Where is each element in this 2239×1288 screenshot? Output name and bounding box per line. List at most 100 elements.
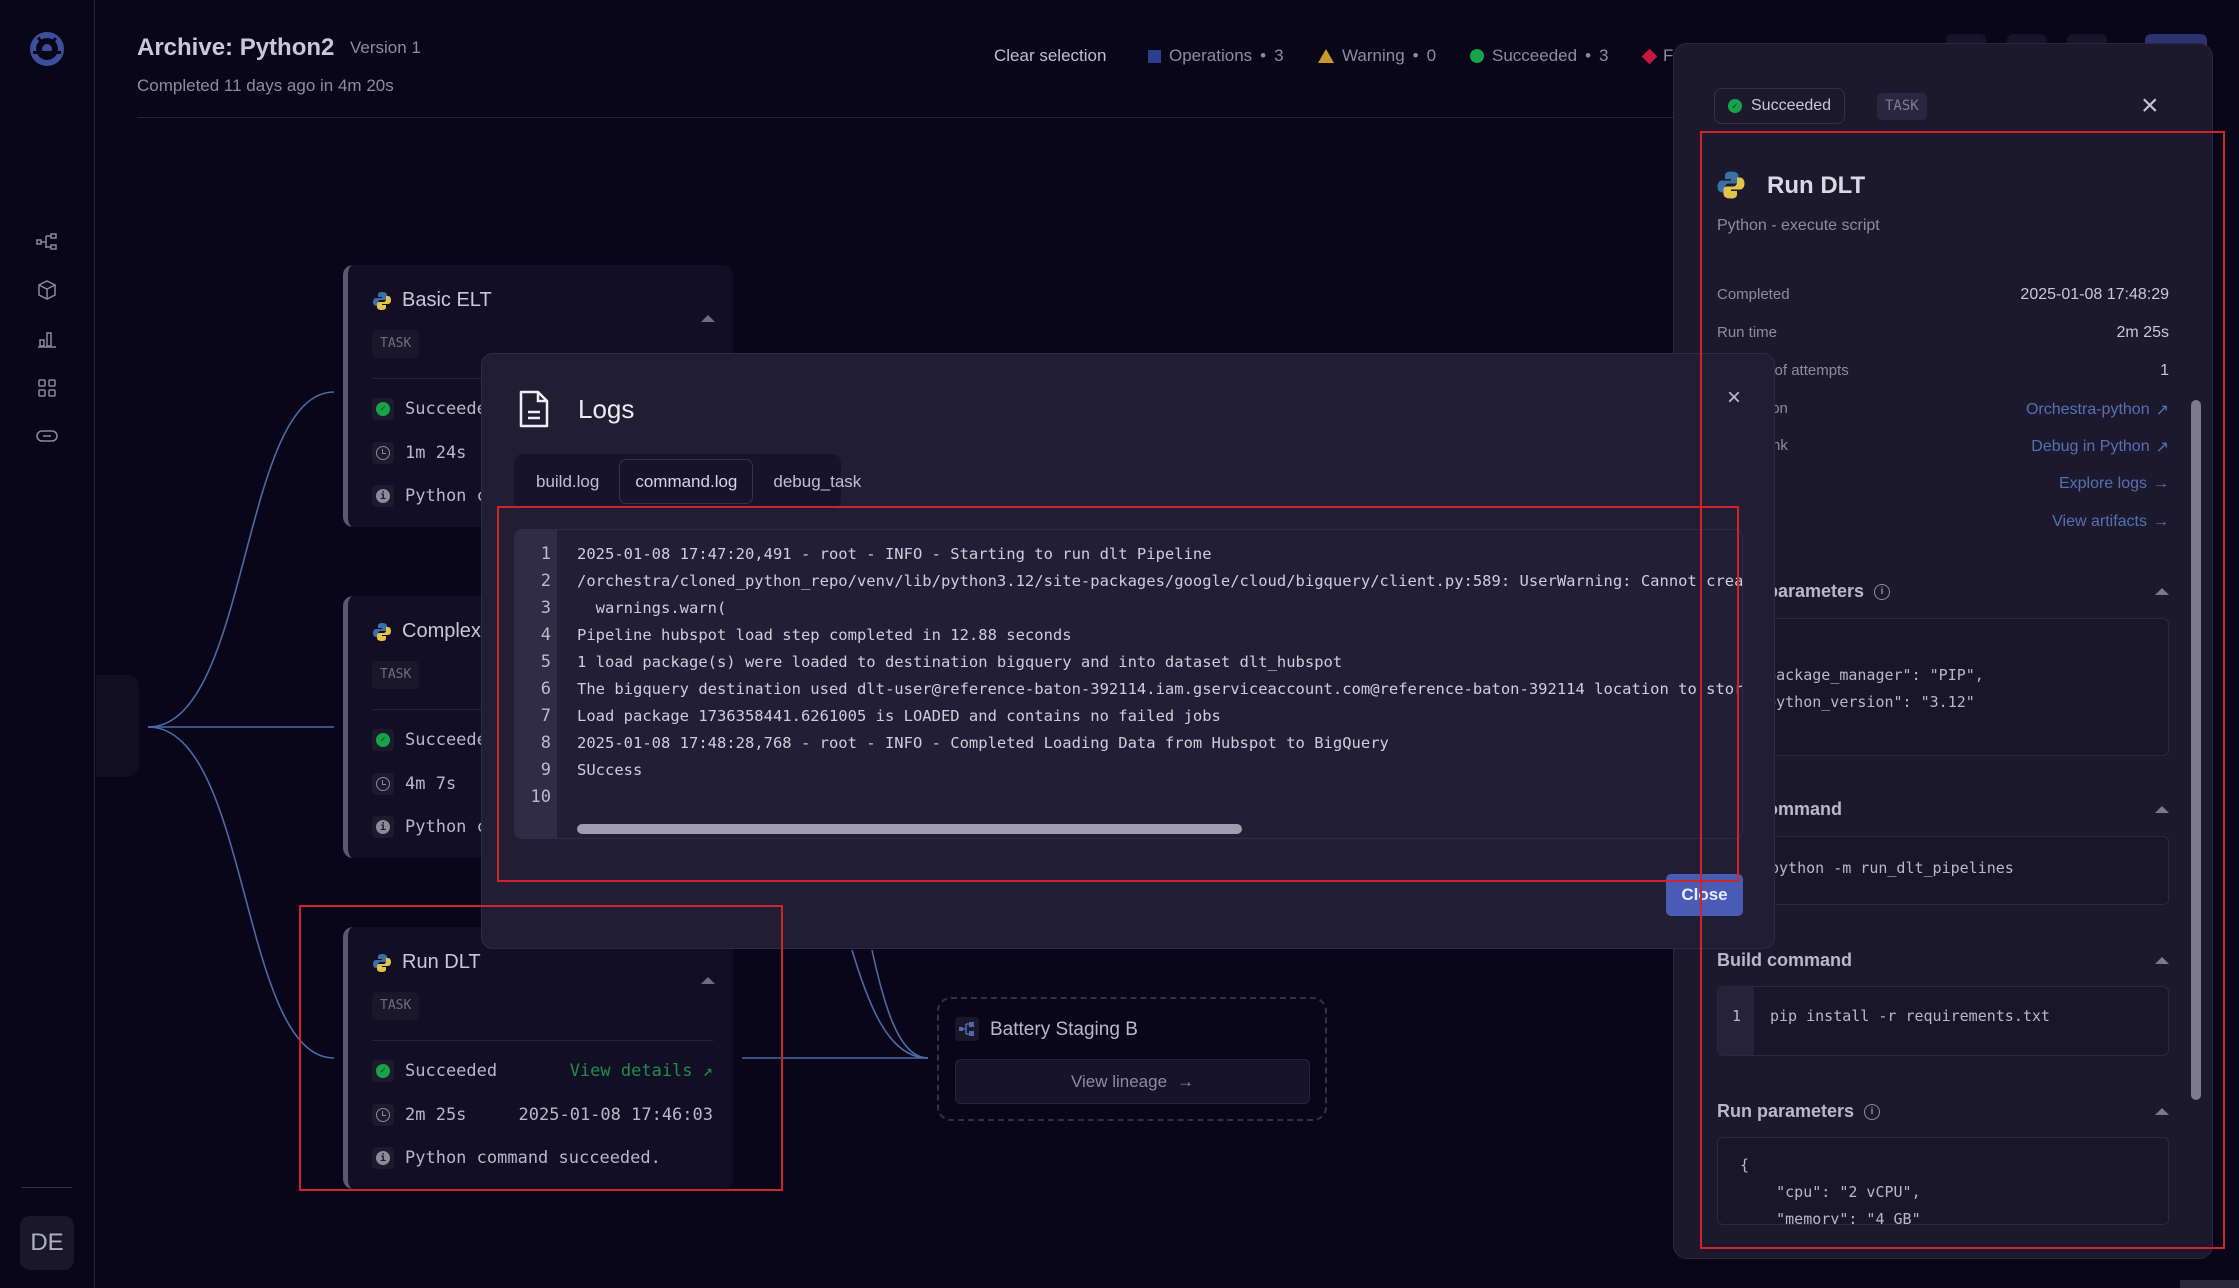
success-icon: ✓	[376, 1064, 390, 1078]
task-name: Basic ELT	[402, 289, 492, 311]
warning-icon	[1318, 49, 1334, 63]
explore-logs-link[interactable]: Explore logs →	[2059, 475, 2169, 493]
status-text: Succeede	[405, 730, 487, 750]
status-row: ✓ Succeeded View details ↗	[372, 1059, 713, 1083]
field-label: Completed	[1717, 286, 1790, 303]
stat-label: Warning	[1342, 46, 1405, 65]
horizontal-scrollbar[interactable]	[577, 824, 1242, 834]
close-icon[interactable]: ×	[1722, 386, 1746, 410]
python-icon	[373, 623, 391, 641]
field-completed: Completed 2025-01-08 17:48:29	[1717, 286, 2169, 304]
view-lineage-button[interactable]: View lineage →	[955, 1059, 1310, 1104]
success-icon: ✓	[376, 402, 390, 416]
stat-succeeded[interactable]: Succeeded • 3	[1470, 46, 1609, 66]
view-artifacts-link[interactable]: View artifacts →	[2052, 513, 2169, 531]
pipelines-icon[interactable]	[33, 228, 61, 256]
field-integration: IntegrationOrchestra-python↗	[1717, 400, 2169, 420]
info-icon[interactable]: i	[1864, 1103, 1881, 1120]
line-number: 3	[540, 598, 551, 618]
close-icon[interactable]: ×	[2141, 91, 2159, 121]
code-line: "python_version": "3.12"	[1740, 693, 1975, 711]
link-text: Orchestra-python	[2025, 401, 2150, 418]
task-node-run-dlt[interactable]: Run DLT TASK ✓ Succeeded View details ↗ 2m…	[343, 927, 733, 1189]
section-build-command[interactable]: Build command	[1717, 950, 2169, 971]
field-attempts: Number of attempts 1	[1717, 362, 2169, 380]
integrations-icon[interactable]	[33, 374, 61, 402]
info-icon[interactable]: i	[1874, 583, 1891, 600]
collapse-icon[interactable]	[701, 977, 715, 984]
sidebar-divider	[22, 1187, 72, 1188]
external-link-icon: ↗	[2155, 439, 2169, 456]
log-line: 1 load package(s) were loaded to destina…	[577, 653, 1343, 671]
field-value: 2025-01-08 17:48:29	[2020, 286, 2169, 303]
links-icon[interactable]	[33, 422, 61, 450]
collapse-icon[interactable]	[2155, 1108, 2169, 1115]
separator: •	[1412, 46, 1419, 65]
start-timestamp: 2025-01-08 17:46:03	[518, 1105, 713, 1125]
stat-count: 3	[1599, 46, 1609, 65]
document-icon	[519, 390, 549, 428]
collapse-icon[interactable]	[2155, 806, 2169, 813]
logs-modal: Logs × build.log command.log debug_task …	[481, 353, 1775, 949]
code-line: "memory": "4 GB"	[1740, 1210, 1921, 1225]
integration-link[interactable]: Orchestra-python ↗	[2026, 400, 2169, 420]
avatar[interactable]: DE	[20, 1216, 74, 1270]
stat-failed[interactable]: F	[1641, 46, 1673, 66]
code-line: "cpu": "2 vCPU",	[1740, 1183, 1921, 1201]
stat-count: 3	[1274, 46, 1284, 65]
arrow-right-icon: →	[2153, 475, 2169, 492]
line-number: 2	[540, 571, 551, 591]
collapse-icon[interactable]	[2155, 588, 2169, 595]
message-text: Python c	[405, 486, 487, 506]
info-icon: i	[376, 489, 390, 503]
packages-icon[interactable]	[33, 276, 61, 304]
collapse-icon[interactable]	[701, 315, 715, 322]
trigger-node[interactable]	[96, 675, 139, 777]
field-value: 1	[2160, 362, 2169, 379]
section-title: Build command	[1717, 950, 1853, 970]
external-link-icon: ↗	[2155, 402, 2169, 419]
lineage-name: Battery Staging B	[990, 1019, 1138, 1040]
python-icon	[373, 954, 391, 972]
log-line: SUccess	[577, 761, 643, 779]
line-number: 4	[540, 625, 551, 645]
close-button[interactable]: Close	[1666, 874, 1743, 916]
view-details-link[interactable]: View details ↗	[570, 1061, 713, 1081]
analytics-icon[interactable]	[33, 325, 61, 353]
run-command-code: python -m run_dlt_pipelines	[1717, 836, 2169, 905]
collapse-icon[interactable]	[2155, 957, 2169, 964]
log-viewer: 1 2025-01-08 17:47:20,491 - root - INFO -…	[514, 529, 1743, 839]
line-number: 1	[540, 544, 551, 564]
section-build-parameters[interactable]: Build parameters i	[1717, 581, 2169, 602]
edge-root-basic-elt	[147, 391, 335, 728]
line-number: 5	[540, 652, 551, 672]
sidebar: DE	[0, 0, 95, 1288]
field-run-time: Run time 2m 25s	[1717, 324, 2169, 342]
section-run-command[interactable]: Run command	[1717, 799, 2169, 820]
divider	[372, 1040, 713, 1041]
section-title: Run parameters	[1717, 1101, 1855, 1121]
lineage-node[interactable]: Battery Staging B View lineage →	[937, 997, 1327, 1121]
debug-link[interactable]: Debug in Python ↗	[2031, 437, 2169, 457]
button-label: View lineage	[1070, 1071, 1168, 1091]
tab-command-log[interactable]: command.log	[619, 459, 754, 504]
section-run-parameters[interactable]: Run parameters i	[1717, 1101, 2169, 1122]
log-line: 2025-01-08 17:48:28,768 - root - INFO - …	[577, 734, 1389, 752]
line-number: 8	[540, 733, 551, 753]
line-number: 10	[530, 787, 551, 807]
success-icon	[1470, 49, 1484, 63]
status-text: Succeede	[405, 399, 487, 419]
duration-row: 2m 25s 2025-01-08 17:46:03	[372, 1103, 713, 1127]
clock-icon	[376, 446, 390, 460]
stat-operations[interactable]: Operations • 3	[1148, 46, 1284, 66]
tab-build-log[interactable]: build.log	[520, 459, 615, 504]
arrow-right-icon: →	[2153, 513, 2169, 530]
app-logo-icon[interactable]	[29, 31, 65, 67]
tab-debug-task[interactable]: debug_task	[757, 459, 877, 504]
code-line: python -m run_dlt_pipelines	[1770, 859, 2014, 877]
panel-scrollbar[interactable]	[2191, 400, 2201, 1100]
task-title: Run DLT	[1767, 172, 1866, 199]
link-text: View artifacts	[2052, 513, 2147, 530]
clear-selection-button[interactable]: Clear selection	[994, 46, 1106, 66]
stat-warning[interactable]: Warning • 0	[1318, 46, 1436, 66]
